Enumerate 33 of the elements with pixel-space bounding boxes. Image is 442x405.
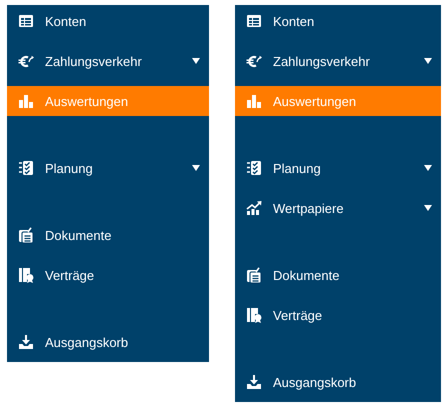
caret-icon — [192, 165, 200, 171]
menu-item[interactable]: Konten — [7, 6, 209, 36]
download-tray-icon — [18, 334, 34, 350]
menu-item[interactable]: Ausgangskorb — [235, 367, 441, 397]
caret-icon — [424, 205, 432, 211]
menu-item[interactable]: Verträge — [235, 300, 441, 330]
table-icon — [18, 13, 34, 29]
bar-chart-icon — [246, 93, 262, 109]
caret-icon — [192, 58, 200, 64]
menu-item[interactable]: Verträge — [7, 260, 209, 290]
euro-arrow-icon — [246, 53, 262, 69]
menu-item[interactable]: Dokumente — [7, 220, 209, 250]
contract-seal-icon — [18, 267, 34, 283]
caret-icon — [424, 165, 432, 171]
menu-item[interactable]: Konten — [235, 6, 441, 36]
menu-item[interactable]: Zahlungsverkehr — [7, 46, 209, 76]
menu-item[interactable]: Planung — [7, 153, 209, 183]
download-tray-icon — [246, 374, 262, 390]
clipboard-icon — [246, 267, 262, 283]
caret-icon — [424, 58, 432, 64]
clipboard-icon — [18, 227, 34, 243]
bar-chart-icon — [18, 93, 34, 109]
menu-item[interactable]: Wertpapiere — [235, 193, 441, 223]
table-icon — [246, 13, 262, 29]
menu-item[interactable]: Zahlungsverkehr — [235, 46, 441, 76]
menu-item[interactable]: Dokumente — [235, 260, 441, 290]
euro-arrow-icon — [18, 53, 34, 69]
checklist-icon — [246, 160, 262, 176]
contract-seal-icon — [246, 307, 262, 323]
menu-item[interactable]: Ausgangskorb — [7, 327, 209, 357]
menu-item[interactable]: Planung — [235, 153, 441, 183]
trend-chart-icon — [246, 200, 262, 216]
checklist-icon — [18, 160, 34, 176]
